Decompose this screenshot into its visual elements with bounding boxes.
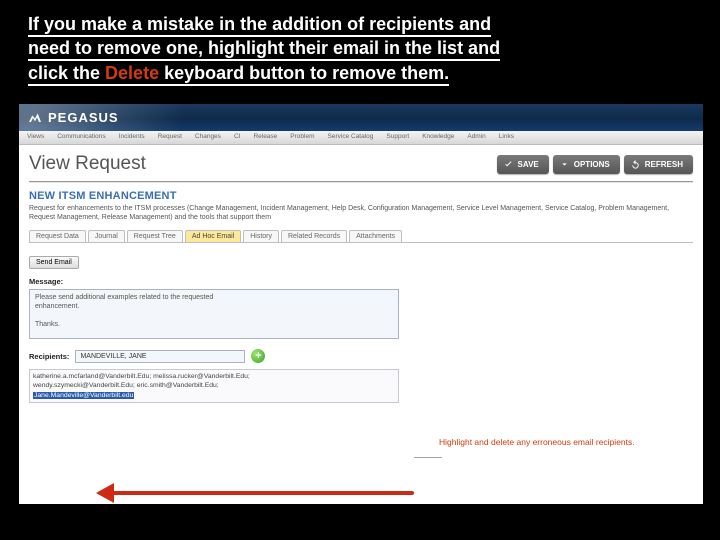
- page-title: View Request: [29, 153, 146, 175]
- options-button[interactable]: OPTIONS: [553, 155, 620, 174]
- message-label: Message:: [29, 277, 693, 286]
- tab-ad-hoc-email[interactable]: Ad Hoc Email: [185, 230, 241, 242]
- callout-text: Highlight and delete any erroneous email…: [439, 437, 669, 448]
- selected-recipient[interactable]: Jane.Mandeville@Vanderbilt.edu: [33, 392, 134, 399]
- menu-changes[interactable]: Changes: [189, 131, 227, 144]
- tab-history[interactable]: History: [243, 230, 279, 242]
- menu-release[interactable]: Release: [247, 131, 283, 144]
- menu-admin[interactable]: Admin: [461, 131, 491, 144]
- check-icon: [503, 159, 514, 170]
- arrow-annotation: [104, 479, 424, 509]
- app-window: PEGASUS Views Communications Incidents R…: [19, 104, 703, 504]
- menu-incidents[interactable]: Incidents: [113, 131, 151, 144]
- tab-strip: Request Data Journal Request Tree Ad Hoc…: [19, 230, 703, 242]
- tab-journal[interactable]: Journal: [88, 230, 125, 242]
- menu-links[interactable]: Links: [493, 131, 520, 144]
- instruction-text: If you make a mistake in the addition of…: [0, 0, 720, 91]
- list-item[interactable]: katherine.a.mcfarland@Vanderbilt.Edu; me…: [33, 373, 250, 380]
- recipients-list[interactable]: katherine.a.mcfarland@Vanderbilt.Edu; me…: [29, 369, 399, 403]
- menu-bar[interactable]: Views Communications Incidents Request C…: [19, 131, 703, 145]
- menu-request[interactable]: Request: [152, 131, 188, 144]
- tab-request-data[interactable]: Request Data: [29, 230, 86, 242]
- message-textarea[interactable]: Please send additional examples related …: [29, 289, 399, 339]
- recipient-input[interactable]: MANDEVILLE, JANE: [75, 350, 245, 363]
- send-email-button[interactable]: Send Email: [29, 256, 79, 269]
- menu-service-catalog[interactable]: Service Catalog: [322, 131, 380, 144]
- menu-problem[interactable]: Problem: [284, 131, 320, 144]
- list-item[interactable]: wendy.szymecki@Vanderbilt.Edu; eric.smit…: [33, 382, 219, 389]
- recipients-label: Recipients:: [29, 352, 69, 361]
- callout-connector: [414, 457, 442, 458]
- brand-logo: PEGASUS: [19, 110, 119, 126]
- refresh-icon: [630, 159, 641, 170]
- section-title: NEW ITSM ENHANCEMENT: [19, 182, 703, 204]
- save-button[interactable]: SAVE: [497, 155, 549, 174]
- pegasus-icon: [27, 110, 43, 126]
- menu-communications[interactable]: Communications: [51, 131, 111, 144]
- menu-ci[interactable]: CI: [228, 131, 247, 144]
- section-description: Request for enhancements to the ITSM pro…: [19, 204, 703, 230]
- add-recipient-button[interactable]: +: [251, 349, 265, 363]
- refresh-button[interactable]: REFRESH: [624, 155, 693, 174]
- caret-down-icon: [559, 159, 570, 170]
- menu-views[interactable]: Views: [21, 131, 50, 144]
- menu-support[interactable]: Support: [380, 131, 415, 144]
- tab-related-records[interactable]: Related Records: [281, 230, 347, 242]
- tab-attachments[interactable]: Attachments: [349, 230, 402, 242]
- menu-knowledge[interactable]: Knowledge: [416, 131, 460, 144]
- app-header: PEGASUS: [19, 104, 703, 131]
- tab-request-tree[interactable]: Request Tree: [127, 230, 183, 242]
- delete-word: Delete: [105, 63, 159, 83]
